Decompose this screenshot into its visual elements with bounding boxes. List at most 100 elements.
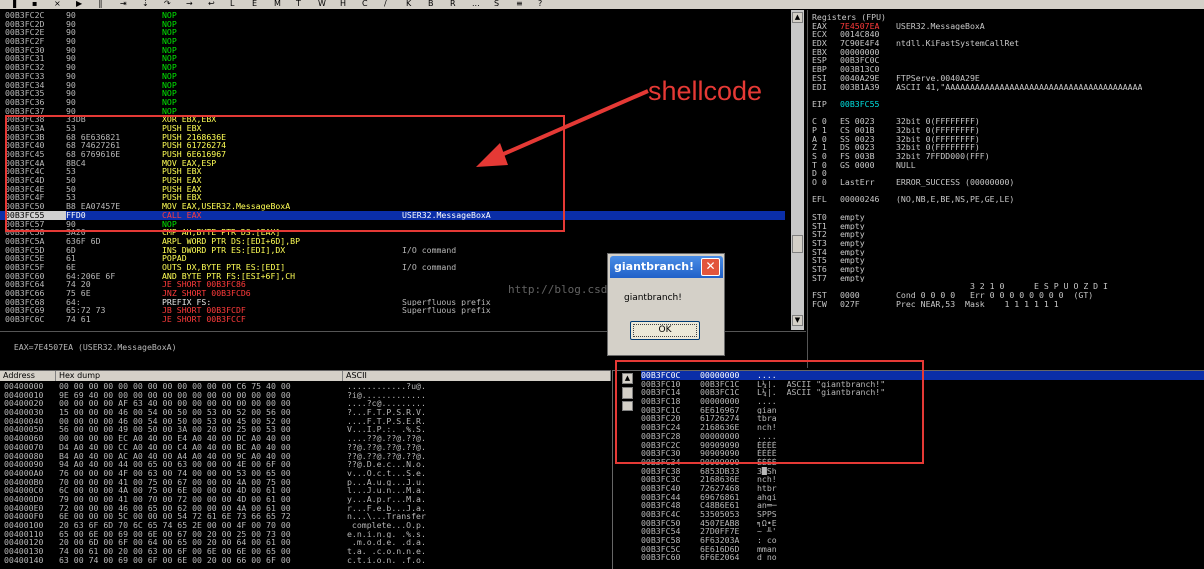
stack-row[interactable]: 00B3FC44 69676861 ahgi [641,493,1204,502]
disassembly-scrollbar[interactable]: ▲ ▼ [791,10,804,330]
register-row[interactable]: ST1 empty [812,222,1204,231]
register-row[interactable]: ST0 empty [812,213,1204,222]
cpu-row[interactable]: 00B3FC30 90 NOP [5,46,785,55]
register-row[interactable]: FST 0000 Cond 0 0 0 0 Err 0 0 0 0 0 0 0 0 … [812,291,1204,300]
toolbar-button[interactable]: E [252,0,257,8]
toolbar-button[interactable]: S [494,0,499,8]
register-row[interactable]: O 0 LastErr ERROR_SUCCESS (00000000) [812,178,1204,187]
dump-row[interactable]: 004000F0 6E 00 00 00 5C 00 00 00 54 72 61… [4,512,426,521]
ok-button[interactable]: OK [630,321,700,340]
dump-row[interactable]: 00400140 63 00 74 00 69 00 6F 00 6E 00 20… [4,556,426,565]
dump-row[interactable]: 004000B0 70 00 00 00 41 00 75 00 67 00 00… [4,478,426,487]
toolbar-button[interactable]: → [186,0,193,8]
cpu-row[interactable]: 00B3FC2D 90 NOP [5,20,785,29]
cpu-row[interactable]: 00B3FC2F 90 NOP [5,37,785,46]
register-row[interactable]: C 0 ES 0023 32bit 0(FFFFFFFF) [812,117,1204,126]
cpu-row[interactable]: 00B3FC5A 636F 6D ARPL WORD PTR DS:[EDI+6D]… [5,237,785,246]
dump-header-ascii[interactable]: ASCII [343,371,611,381]
cpu-row[interactable]: 00B3FC31 90 NOP [5,54,785,63]
register-row[interactable]: ESP 00B3FC0C [812,56,1204,65]
register-row[interactable]: EDX 7C90E4F4 ntdll.KiFastSystemCallRet [812,39,1204,48]
register-row[interactable]: EBX 00000000 [812,48,1204,57]
register-row[interactable]: ST4 empty [812,248,1204,257]
stack-row[interactable]: 00B3FC4C 53505053 SPPS [641,510,1204,519]
register-row[interactable]: S 0 FS 003B 32bit 7FFDD000(FFF) [812,152,1204,161]
stack-row[interactable]: 00B3FC60 6F6E2064 d no [641,553,1204,562]
toolbar-button[interactable]: H [340,0,346,8]
register-row[interactable] [812,204,1204,213]
toolbar-button[interactable]: ≡ [516,0,523,8]
dump-row[interactable]: 00400010 9E 69 40 00 00 00 00 00 00 00 00… [4,391,426,400]
register-row[interactable]: A 0 SS 0023 32bit 0(FFFFFFFF) [812,135,1204,144]
register-row[interactable]: 3 2 1 0 E S P U O Z D I [812,282,1204,291]
toolbar-button[interactable]: ? [538,0,542,8]
stack-row[interactable]: 00B3FC48 C48B6E61 an═─ [641,501,1204,510]
register-row[interactable] [812,187,1204,196]
toolbar-button[interactable]: M [274,0,281,8]
toolbar-button[interactable]: ... [472,0,480,8]
dialog-titlebar[interactable]: giantbranch! ✕ [610,256,723,278]
dump-row[interactable]: 00400000 00 00 00 00 00 00 00 00 00 00 00… [4,382,426,391]
scroll-down-button[interactable]: ▼ [792,315,803,326]
register-row[interactable]: ECX 0014C840 [812,30,1204,39]
dump-row[interactable]: 004000C0 6C 00 00 00 4A 00 75 00 6E 00 00… [4,486,426,495]
dump-row[interactable]: 00400040 00 00 00 00 46 00 54 00 50 00 53… [4,417,426,426]
dump-row[interactable]: 00400020 00 00 00 00 AF 63 40 00 00 00 00… [4,399,426,408]
stack-row[interactable]: 00B3FC54 27D0FF7E ~ ╨' [641,527,1204,536]
register-row[interactable]: ST2 empty [812,230,1204,239]
register-row[interactable] [812,109,1204,118]
register-row[interactable]: ST7 empty [812,274,1204,283]
register-row[interactable]: ST3 empty [812,239,1204,248]
register-row[interactable]: FCW 027F Prec NEAR,53 Mask 1 1 1 1 1 1 [812,300,1204,309]
register-row[interactable]: ST5 empty [812,256,1204,265]
scroll-up-button[interactable]: ▲ [792,12,803,23]
register-row[interactable]: D 0 [812,169,1204,178]
cpu-row[interactable]: 00B3FC37 90 NOP [5,107,785,116]
toolbar-button[interactable]: T [296,0,301,8]
stack-row[interactable]: 00B3FC50 4507EAB8 ╕Ω•E [641,519,1204,528]
stack-row[interactable]: 00B3FC40 72627468 htbr [641,484,1204,493]
dump-row[interactable]: 00400130 74 00 61 00 20 00 63 00 6F 00 6E… [4,547,426,556]
dump-header-address[interactable]: Address [0,371,56,381]
register-row[interactable]: ESI 0040A29E FTPServe.0040A29E [812,74,1204,83]
register-row[interactable]: EAX 7E4507EA USER32.MessageBoxA [812,22,1204,31]
toolbar-button[interactable]: ▐ [10,0,16,8]
dump-row[interactable]: 00400090 94 A0 40 00 44 00 65 00 63 00 00… [4,460,426,469]
dump-row[interactable]: 00400080 B4 A0 40 00 AC A0 40 00 A4 A0 40… [4,452,426,461]
register-row[interactable]: Z 1 DS 0023 32bit 0(FFFFFFFF) [812,143,1204,152]
toolbar-button[interactable]: / [384,0,387,8]
stack-row[interactable]: 00B3FC5C 6E616D6D mman [641,545,1204,554]
toolbar-button[interactable]: C [362,0,368,8]
dump-row[interactable]: 00400050 56 00 00 00 49 00 50 00 3A 00 20… [4,425,426,434]
toolbar-button[interactable]: R [450,0,456,8]
dump-row[interactable]: 00400070 D4 A0 40 00 CC A0 40 00 C4 A0 40… [4,443,426,452]
toolbar-button[interactable]: K [406,0,411,8]
toolbar-button[interactable]: ↩ [208,0,215,8]
register-row[interactable]: EFL 00000246 (NO,NB,E,BE,NS,PE,GE,LE) [812,195,1204,204]
toolbar-button[interactable]: ▶ [76,0,82,8]
register-row[interactable]: EIP 00B3FC55 [812,100,1204,109]
dump-row[interactable]: 00400100 20 63 6F 6D 70 6C 65 74 65 2E 00… [4,521,426,530]
dump-header-hex[interactable]: Hex dump [56,371,343,381]
scroll-thumb[interactable] [792,235,803,253]
dump-row[interactable]: 004000E0 72 00 00 00 46 00 65 00 62 00 00… [4,504,426,513]
close-button[interactable]: ✕ [701,258,720,276]
stack-row[interactable]: 00B3FC38 6853DB33 3█Sh [641,467,1204,476]
register-row[interactable] [812,91,1204,100]
toolbar-button[interactable]: L [230,0,234,8]
toolbar-button[interactable]: W [318,0,326,8]
register-row[interactable]: ST6 empty [812,265,1204,274]
dump-row[interactable]: 004000A0 76 00 00 00 4F 00 63 00 74 00 00… [4,469,426,478]
toolbar-button[interactable]: × [54,0,61,8]
register-row[interactable]: EBP 003B13C0 [812,65,1204,74]
dump-row[interactable]: 00400110 65 00 6E 00 69 00 6E 00 67 00 20… [4,530,426,539]
register-row[interactable]: EDI 003B1A39 ASCII 41,"AAAAAAAAAAAAAAAAAAA… [812,83,1204,92]
dump-row[interactable]: 004000D0 79 00 00 00 41 00 70 00 72 00 00… [4,495,426,504]
cpu-row[interactable]: 00B3FC32 90 NOP [5,63,785,72]
toolbar-button[interactable]: ⇣ [142,0,149,8]
dump-row[interactable]: 00400030 15 00 00 00 46 00 54 00 50 00 53… [4,408,426,417]
stack-row[interactable]: 00B3FC3C 2168636E nch! [641,475,1204,484]
dump-row[interactable]: 00400060 00 00 00 00 EC A0 40 00 E4 A0 40… [4,434,426,443]
toolbar-button[interactable]: ↷ [164,0,171,8]
stack-row[interactable]: 00B3FC58 6F63203A: co [641,536,1204,545]
